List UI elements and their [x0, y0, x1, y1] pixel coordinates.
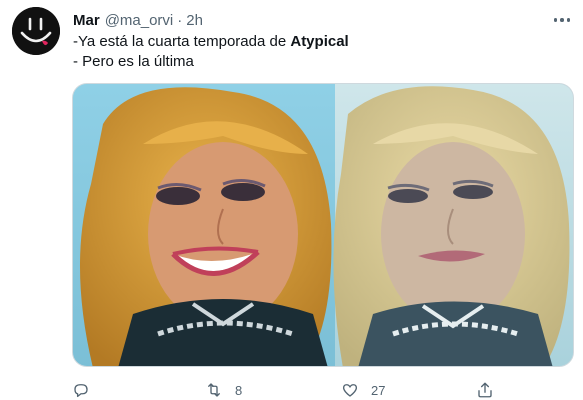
more-icon[interactable] — [550, 10, 574, 30]
avatar[interactable] — [12, 7, 60, 55]
retweet-icon — [208, 383, 220, 397]
author-name[interactable]: Mar — [73, 12, 100, 29]
tweet-line-1-text: -Ya está la cuarta temporada de — [73, 33, 291, 50]
tweet-line-1: -Ya está la cuarta temporada de Atypical — [73, 32, 349, 52]
author-handle[interactable]: @ma_orvi — [105, 12, 174, 29]
left-panel — [73, 84, 335, 366]
smiley-avatar-icon — [12, 7, 60, 55]
tweet-text: -Ya está la cuarta temporada de Atypical… — [73, 32, 349, 72]
right-panel — [333, 84, 573, 366]
separator-dot: · — [177, 11, 183, 29]
like-count: 27 — [371, 382, 386, 398]
tweet-line-2: - Pero es la última — [73, 53, 194, 70]
tweet-bold-word: Atypical — [290, 33, 349, 50]
like-button[interactable]: 27 — [341, 380, 385, 400]
tweet-card[interactable]: Mar @ma_orvi · 2h -Ya está la cuarta tem… — [0, 0, 583, 400]
reply-icon — [74, 384, 88, 398]
tweet-header: Mar @ma_orvi · 2h — [73, 10, 203, 30]
reply-button[interactable] — [72, 380, 102, 400]
retweet-count: 8 — [235, 382, 243, 398]
retweet-button[interactable]: 8 — [205, 380, 242, 400]
tweet-media[interactable] — [72, 83, 574, 367]
tweet-actions: 8 27 — [72, 380, 572, 400]
timestamp[interactable]: 2h — [186, 12, 203, 29]
share-icon — [478, 382, 492, 398]
share-button[interactable] — [476, 380, 494, 400]
like-icon — [342, 384, 358, 397]
meme-image — [73, 84, 573, 366]
